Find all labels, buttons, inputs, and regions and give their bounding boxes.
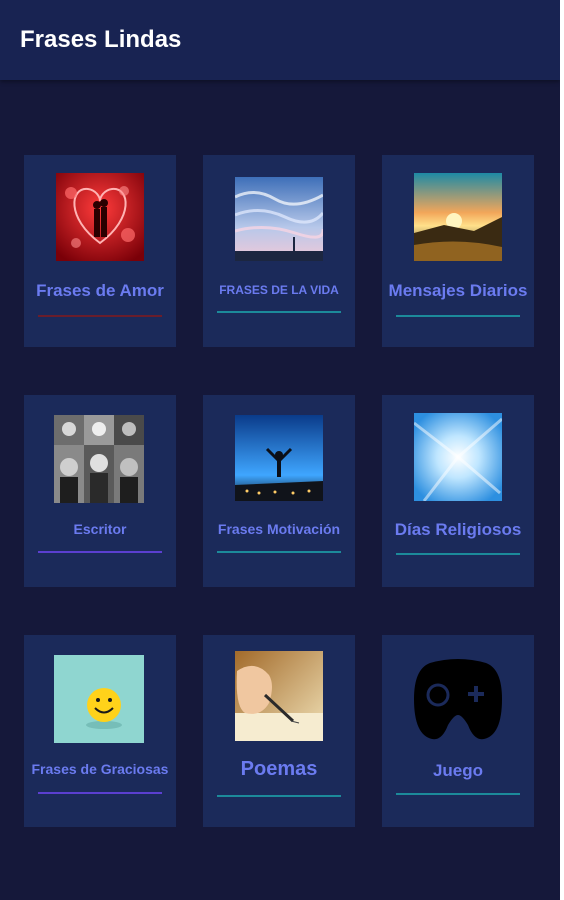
category-underline [217,795,341,797]
category-underline [396,793,520,795]
screen-edge [560,0,564,900]
sky-painting-image [235,177,323,261]
hearts-couple-image [56,173,144,261]
category-underline [38,315,162,317]
category-label: Mensajes Diarios [388,281,528,300]
category-card-frases-motivacion[interactable]: Frases Motivación [203,395,355,587]
category-underline [38,551,162,553]
category-underline [396,553,520,555]
category-card-mensajes-diarios[interactable]: Mensajes Diarios [382,155,534,347]
category-underline [396,315,520,317]
category-label: Escritor [73,521,127,537]
category-underline [217,311,341,313]
motivation-silhouette-image [235,415,323,501]
writers-portraits-image [54,415,144,503]
category-card-escritor[interactable]: Escritor [24,395,176,587]
category-label: Poemas [240,758,318,780]
app-title: Frases Lindas [20,26,182,53]
category-underline [38,792,162,794]
app-bar: Frases Lindas [0,0,560,80]
category-card-dias-religiosos[interactable]: Días Religiosos [382,395,534,587]
category-label: FRASES DE LA VIDA [219,283,339,297]
category-card-frases-de-graciosas[interactable]: Frases de Graciosas [24,635,176,827]
category-label: Frases Motivación [217,521,341,537]
light-rays-image [414,413,502,501]
gamepad-icon [412,653,504,743]
smiley-image [54,655,144,743]
category-card-poemas[interactable]: Poemas [203,635,355,827]
category-label: Frases de Amor [36,281,164,300]
writing-hand-image [235,651,323,741]
category-label: Frases de Graciosas [31,761,169,777]
category-card-frases-de-la-vida[interactable]: FRASES DE LA VIDA [203,155,355,347]
category-label: Juego [432,761,484,780]
category-underline [217,551,341,553]
category-label: Días Religiosos [394,520,522,539]
sunset-image [414,173,502,261]
category-card-juego[interactable]: Juego [382,635,534,827]
category-card-frases-de-amor[interactable]: Frases de Amor [24,155,176,347]
